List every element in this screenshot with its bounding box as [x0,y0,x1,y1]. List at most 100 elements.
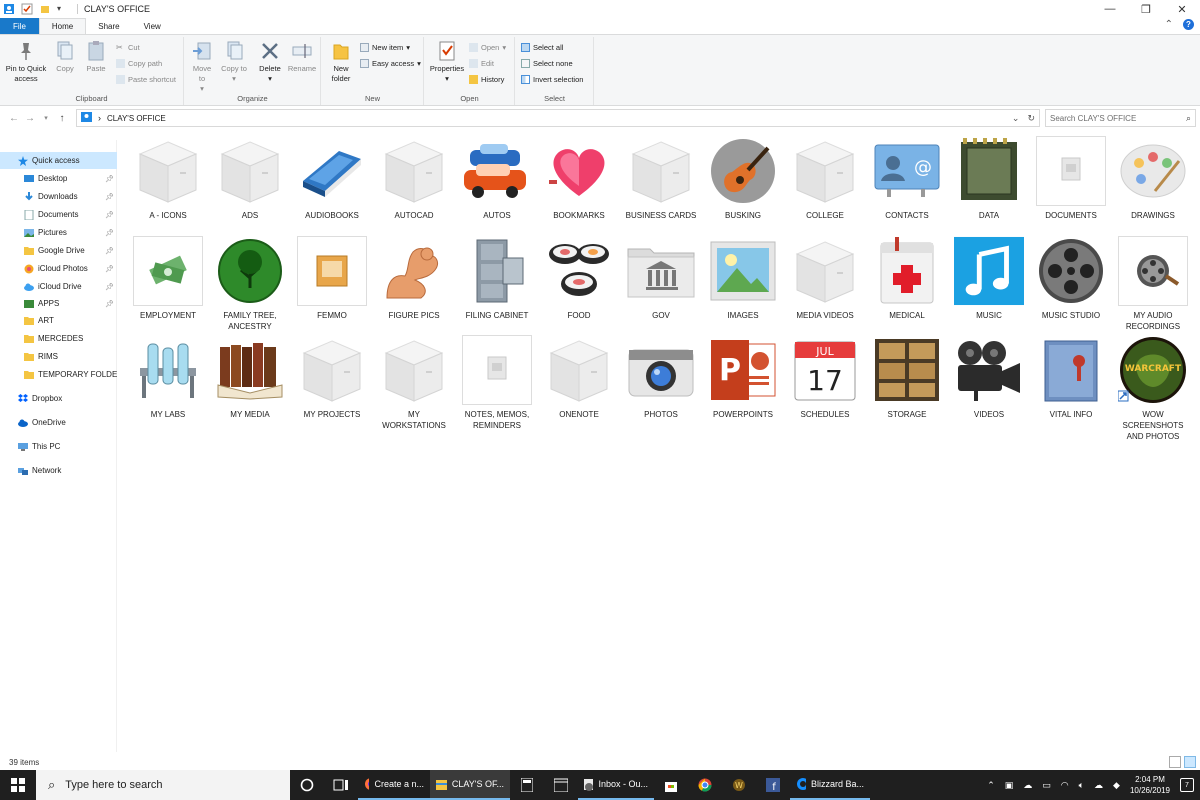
tray-app-icon[interactable]: ▣ [1005,780,1014,791]
copy-path-button[interactable]: Copy path [116,59,162,68]
delete-button[interactable]: Delete ▾ [255,40,285,84]
onedrive-tray-icon[interactable]: ☁ [1094,780,1103,791]
folder-item[interactable]: FAMILY TREE, ANCESTRY [213,236,287,332]
history-button[interactable]: History [469,75,504,84]
pinned-icon[interactable]: 📌︎ [105,211,114,219]
taskbar-app-battlenet[interactable]: Blizzard Ba... [790,770,870,800]
pinned-icon[interactable]: 📌︎ [105,283,114,291]
folder-item[interactable]: GOV [624,236,698,321]
sidebar-item-downloads[interactable]: Downloads 📌︎ [0,188,117,205]
recent-dropdown-icon[interactable]: ▾ [38,114,54,122]
pinned-icon[interactable]: 📌︎ [105,193,114,201]
sidebar-item-desktop[interactable]: Desktop 📌︎ [0,170,117,187]
new-folder-icon[interactable] [39,3,51,15]
tab-home[interactable]: Home [38,18,87,34]
taskbar-app-outlook[interactable]: Inbox - Ou... [578,770,654,800]
sidebar-item-mercedes[interactable]: MERCEDES [0,330,117,347]
folder-item[interactable]: MUSIC STUDIO [1034,236,1108,321]
sidebar-item-icloud-drive[interactable]: iCloud Drive 📌︎ [0,278,117,295]
folder-item[interactable]: EMPLOYMENT [131,236,205,321]
details-view-icon[interactable] [1169,756,1181,768]
sidebar-item-dropbox[interactable]: Dropbox [0,390,117,407]
folder-item[interactable]: MY AUDIO RECORDINGS [1116,236,1190,332]
calculator-icon[interactable] [510,770,544,800]
select-all-button[interactable]: Select all [521,43,563,52]
pinned-icon[interactable]: 📌︎ [105,265,114,273]
sidebar-item-rims[interactable]: RIMS [0,348,117,365]
cortana-icon[interactable] [290,770,324,800]
select-none-button[interactable]: Select none [521,59,573,68]
tab-view[interactable]: View [132,18,173,34]
tray-device-icon[interactable]: ▭ [1042,780,1051,791]
folder-item[interactable]: DRAWINGS [1116,136,1190,221]
folder-item[interactable]: NOTES, MEMOS, REMINDERS [460,335,534,431]
folder-item[interactable]: MY LABS [131,335,205,420]
pinned-icon[interactable]: 📌︎ [105,229,114,237]
folder-item[interactable]: MY PROJECTS [295,335,369,420]
folder-item[interactable]: FIGURE PICS [377,236,451,321]
action-center-icon[interactable]: 7 [1180,778,1194,792]
folder-item[interactable]: MY WORKSTATIONS [377,335,451,431]
sidebar-item-icloud-photos[interactable]: iCloud Photos 📌︎ [0,260,117,277]
folder-item[interactable]: P POWERPOINTS [706,335,780,420]
paste-shortcut-button[interactable]: Paste shortcut [116,75,176,84]
folder-item[interactable]: VITAL INFO [1034,335,1108,420]
taskbar-app-file-explorer[interactable]: CLAY'S OF... [430,770,510,800]
folder-item[interactable]: AUDIOBOOKS [295,136,369,221]
back-arrow-icon[interactable]: ← [6,113,22,124]
folder-item[interactable]: COLLEGE [788,136,862,221]
folder-item[interactable]: BOOKMARKS [542,136,616,221]
edit-button[interactable]: Edit [469,59,494,68]
folder-item[interactable]: @ CONTACTS [870,136,944,221]
sidebar-item-google-drive[interactable]: Google Drive 📌︎ [0,242,117,259]
help-icon[interactable]: ? [1183,19,1194,30]
new-item-button[interactable]: New item ▾ [360,43,410,52]
breadcrumb-current[interactable]: CLAY'S OFFICE [107,114,166,123]
folder-item[interactable]: DATA [952,136,1026,221]
large-icons-view-icon[interactable] [1184,756,1196,768]
invert-selection-button[interactable]: Invert selection [521,75,583,84]
taskbar-search[interactable]: ⌕ Type here to search [36,770,290,800]
search-box[interactable]: Search CLAY'S OFFICE ⌕ [1045,109,1196,127]
dropbox-tray-icon[interactable]: ◆ [1113,780,1120,791]
wifi-icon[interactable]: ◠ [1061,780,1069,791]
open-button[interactable]: Open ▾ [469,43,506,52]
address-history-dropdown-icon[interactable]: ⌄ [1012,113,1020,124]
chrome-icon[interactable] [688,770,722,800]
sidebar-item-apps[interactable]: APPS 📌︎ [0,295,117,312]
tray-expand-icon[interactable]: ⌃ [987,780,995,791]
folder-item[interactable]: IMAGES [706,236,780,321]
folder-item[interactable]: MUSIC [952,236,1026,321]
cut-button[interactable]: ✂ Cut [116,43,140,52]
folder-item[interactable]: BUSINESS CARDS [624,136,698,221]
folder-item[interactable]: AUTOCAD [377,136,451,221]
up-arrow-icon[interactable]: ↑ [54,113,70,124]
properties-button[interactable]: Properties ▾ [428,40,466,84]
customize-dropdown-icon[interactable]: ▾ [57,3,69,15]
new-folder-button[interactable]: New folder [326,40,356,84]
folder-item[interactable]: MEDIA VIDEOS [788,236,862,321]
folder-item[interactable]: WARCRAFT WOW SCREENSHOTS AND PHOTOS [1116,335,1190,442]
folder-item[interactable]: STORAGE [870,335,944,420]
minimize-button[interactable]: — [1092,0,1128,18]
facebook-icon[interactable]: f [756,770,790,800]
easy-access-button[interactable]: Easy access ▾ [360,59,421,68]
pin-quick-access-button[interactable]: Pin to Quick access [4,40,48,84]
sidebar-item-quick-access[interactable]: Quick access [0,152,117,169]
sidebar-item-network[interactable]: Network [0,462,117,479]
address-bar[interactable]: › CLAY'S OFFICE ⌄ ↻ [76,109,1040,127]
start-button[interactable] [0,770,36,800]
rename-button[interactable]: Rename [286,40,318,74]
pinned-icon[interactable]: 📌︎ [105,247,114,255]
folder-item[interactable]: VIDEOS [952,335,1026,420]
sidebar-item-this-pc[interactable]: This PC [0,438,117,455]
store-icon[interactable] [654,770,688,800]
refresh-icon[interactable]: ↻ [1027,113,1035,124]
system-clock[interactable]: 2:04 PM 10/26/2019 [1130,774,1170,796]
tab-share[interactable]: Share [86,18,131,34]
paste-button[interactable]: Paste [82,40,110,74]
warcraft-taskbar-icon[interactable]: W [722,770,756,800]
calendar-app-icon[interactable] [544,770,578,800]
folder-item[interactable]: DOCUMENTS [1034,136,1108,221]
move-to-button[interactable]: Move to ▾ [189,40,215,94]
